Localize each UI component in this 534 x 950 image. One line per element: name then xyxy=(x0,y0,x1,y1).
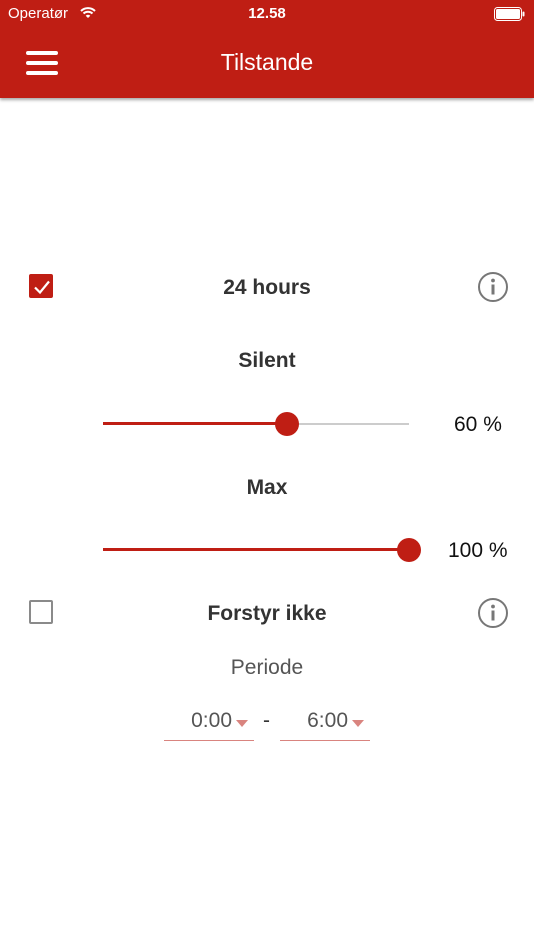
silent-slider[interactable] xyxy=(103,412,409,436)
mode-forstyr-ikke-label: Forstyr ikke xyxy=(207,602,327,625)
app-header: Operatør 12.58 Tilstande xyxy=(0,0,534,98)
silent-label: Silent xyxy=(238,349,296,372)
max-label: Max xyxy=(246,476,288,499)
page-title: Tilstande xyxy=(220,49,314,75)
slider-thumb[interactable] xyxy=(397,538,421,562)
period-start-select[interactable]: 0:00 xyxy=(164,706,254,741)
status-time: 12.58 xyxy=(248,5,286,22)
period-separator: - xyxy=(263,709,270,732)
period-end-value: 6:00 xyxy=(307,709,348,732)
slider-fill xyxy=(103,422,287,425)
max-slider[interactable] xyxy=(103,538,421,562)
battery-icon xyxy=(494,7,525,21)
dropdown-caret-icon xyxy=(352,720,364,727)
silent-percent-value: 60 % xyxy=(454,413,502,436)
slider-fill xyxy=(103,548,409,551)
period-start-value: 0:00 xyxy=(191,709,232,732)
dropdown-caret-icon xyxy=(236,720,248,727)
info-icon[interactable] xyxy=(477,597,509,629)
period-end-select[interactable]: 6:00 xyxy=(280,706,370,741)
period-label: Periode xyxy=(230,656,304,679)
slider-thumb[interactable] xyxy=(275,412,299,436)
mode-24-hours-label: 24 hours xyxy=(223,276,311,299)
info-icon[interactable] xyxy=(477,271,509,303)
max-percent-value: 100 % xyxy=(448,539,508,562)
